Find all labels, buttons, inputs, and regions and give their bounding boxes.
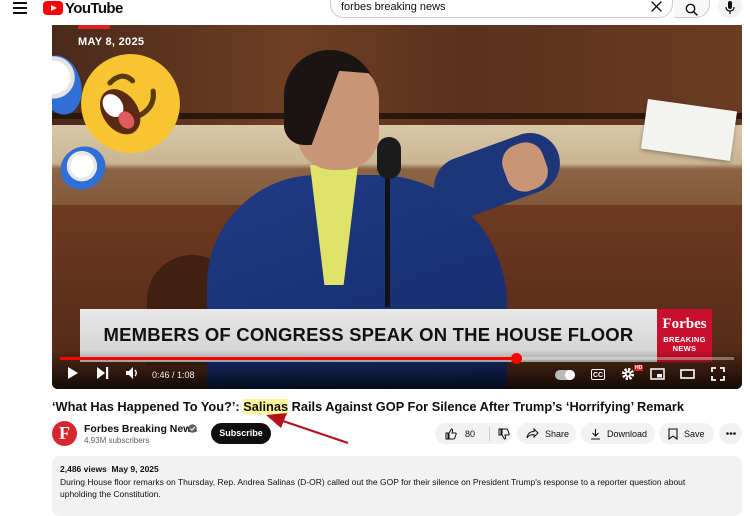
download-label: Download <box>607 428 648 439</box>
date-stamp: MAY 8, 2025 <box>78 36 145 48</box>
like-dislike-group: 80 <box>435 423 511 444</box>
thumbs-down-icon <box>498 428 510 440</box>
title-text: Rails Against GOP For Silence After Trum… <box>288 399 684 414</box>
verified-icon <box>188 424 197 433</box>
autoplay-toggle[interactable] <box>555 370 575 380</box>
more-horizontal-icon <box>725 432 736 435</box>
top-bar: YouTube <box>0 0 750 20</box>
miniplayer-icon[interactable] <box>650 368 665 380</box>
more-actions-button[interactable] <box>719 423 742 444</box>
fullscreen-icon[interactable] <box>711 367 725 381</box>
autoplay-play-icon <box>565 370 575 380</box>
search-box[interactable] <box>330 0 673 18</box>
views-and-date: 2,486 views May 9, 2025 <box>60 464 159 474</box>
settings-gear-icon[interactable] <box>621 367 635 381</box>
channel-name[interactable]: Forbes Breaking News <box>84 423 197 435</box>
time-display: 0:46 / 1:08 <box>152 370 195 380</box>
next-icon[interactable] <box>96 366 109 380</box>
logo-text: YouTube <box>65 0 123 17</box>
subtitles-button[interactable]: CC <box>591 369 605 380</box>
youtube-play-icon <box>43 1 63 15</box>
bookmark-icon <box>668 427 678 440</box>
progress-fill <box>60 357 517 360</box>
theater-mode-icon[interactable] <box>680 369 695 379</box>
description-box[interactable]: 2,486 views May 9, 2025 During House flo… <box>52 456 742 516</box>
hd-badge: HD <box>634 365 644 371</box>
lower-third-text: MEMBERS OF CONGRESS SPEAK ON THE HOUSE F… <box>103 324 634 345</box>
like-button[interactable]: 80 <box>435 426 490 441</box>
progress-bar[interactable] <box>60 353 734 364</box>
thumbs-up-icon <box>445 427 457 439</box>
download-button[interactable]: Download <box>581 423 655 444</box>
title-text: ‘What Has Happened To You?’: <box>52 399 244 414</box>
laughing-emoji-icon <box>81 54 180 153</box>
date-accent <box>78 25 110 29</box>
description-text: During House floor remarks on Thursday, … <box>60 476 710 500</box>
bug-title: Forbes <box>662 316 707 332</box>
close-icon[interactable] <box>650 0 663 13</box>
share-button[interactable]: Share <box>517 423 576 444</box>
subscriber-count: 4.93M subscribers <box>84 436 150 445</box>
save-label: Save <box>684 428 705 439</box>
share-label: Share <box>545 428 570 439</box>
download-icon <box>591 428 600 440</box>
search-icon <box>685 3 698 16</box>
share-icon <box>526 428 539 439</box>
voice-search-button[interactable] <box>718 0 742 18</box>
play-icon[interactable] <box>67 366 79 380</box>
title-highlight: Salinas <box>243 399 289 414</box>
volume-icon[interactable] <box>125 366 140 380</box>
dislike-button[interactable] <box>490 428 510 440</box>
save-button[interactable]: Save <box>659 423 714 444</box>
search-input[interactable] <box>341 1 631 13</box>
channel-avatar[interactable]: F <box>52 421 77 446</box>
menu-icon[interactable] <box>13 2 27 14</box>
search-button[interactable] <box>674 0 710 18</box>
youtube-logo[interactable]: YouTube <box>43 0 123 17</box>
microphone-icon <box>725 1 735 14</box>
like-count: 80 <box>465 428 476 439</box>
video-title: ‘What Has Happened To You?’: Salinas Rai… <box>52 399 684 414</box>
description-line: upholding the Constitution. <box>60 489 161 499</box>
video-player[interactable]: MAY 8, 2025 MEMBERS OF CONGRESS SPEAK ON… <box>52 25 742 389</box>
subscribe-button[interactable]: Subscribe <box>211 423 271 444</box>
description-line: During House floor remarks on Thursday, … <box>60 477 686 487</box>
